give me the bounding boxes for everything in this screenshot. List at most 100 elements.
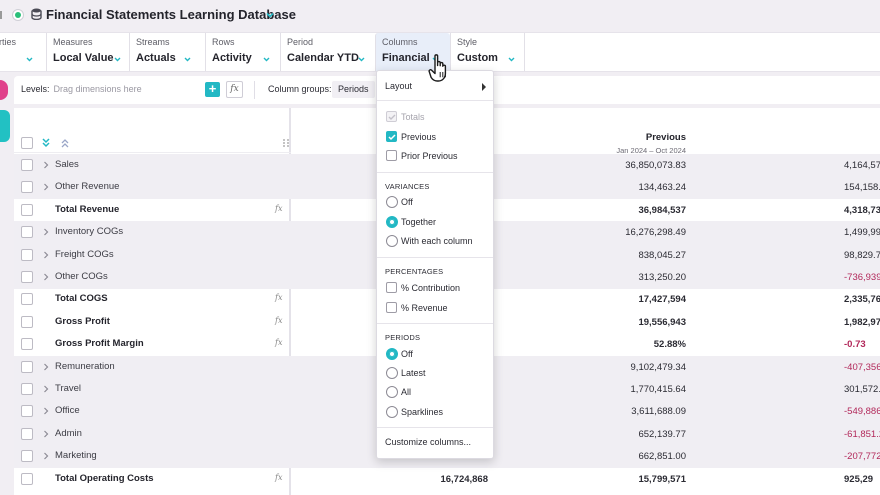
row-checkbox[interactable]	[21, 226, 33, 239]
row-checkbox[interactable]	[21, 271, 33, 283]
periods-latest-label[interactable]: Latest	[401, 368, 426, 378]
cell-previous: 3,611,688.09	[631, 406, 686, 418]
periods-sparklines-label[interactable]: Sparklines	[401, 407, 443, 417]
cell-variance: -61,851.2	[844, 428, 880, 440]
levels-label-text: Levels:	[21, 84, 50, 94]
formula-icon[interactable]: fx	[275, 293, 282, 302]
chevron-right-icon[interactable]	[43, 228, 49, 236]
variance-together-label[interactable]: Together	[401, 217, 436, 227]
row-label: Travel	[55, 383, 82, 394]
toolbar-rows[interactable]: Rows Activity	[205, 33, 280, 71]
prior-previous-checkbox[interactable]	[386, 150, 397, 161]
row-checkbox[interactable]	[21, 159, 33, 171]
cell-previous: 9,102,479.34	[630, 361, 686, 373]
nav-edge-icon[interactable]	[0, 11, 4, 19]
toolbar-properties[interactable]: rties	[0, 33, 46, 71]
periods-latest-radio[interactable]	[386, 367, 398, 379]
side-action-button[interactable]	[0, 80, 8, 100]
chevron-right-icon[interactable]	[43, 452, 49, 460]
cell-previous: 134,463.24	[638, 182, 686, 194]
variance-together-radio[interactable]	[386, 216, 398, 228]
levels-drop-zone[interactable]: Drag dimensions here	[54, 84, 142, 94]
customize-columns-link[interactable]: Customize columns...	[385, 437, 471, 447]
contribution-label[interactable]: % Contribution	[401, 283, 460, 293]
expand-all-icon[interactable]	[41, 137, 51, 149]
row-checkbox[interactable]	[21, 338, 33, 351]
table-row[interactable]: Total Operating Costs fx 16,724,868 15,799,…	[14, 468, 880, 491]
columns-menu: Layout Totals Previous Prior Previous VA…	[376, 70, 494, 459]
row-checkbox[interactable]	[21, 405, 33, 418]
column-groups-select[interactable]: Periods	[332, 81, 375, 98]
checkmark-icon	[388, 114, 396, 120]
cell-variance: 1,982,97	[844, 316, 880, 328]
row-label: Admin	[55, 427, 82, 439]
row-checkbox[interactable]	[21, 315, 33, 328]
row-checkbox[interactable]	[21, 383, 33, 395]
collapse-all-icon[interactable]	[60, 137, 70, 149]
cell-previous: 838,045.27	[638, 249, 686, 261]
row-checkbox[interactable]	[21, 472, 33, 485]
periods-all-radio[interactable]	[386, 386, 398, 398]
chevron-right-icon[interactable]	[43, 251, 49, 259]
toolbar-rows-value: Activity	[212, 52, 252, 64]
chevron-right-icon[interactable]	[43, 183, 49, 191]
periods-off-radio[interactable]	[386, 348, 398, 360]
select-all-checkbox[interactable]	[21, 137, 33, 149]
chevron-right-icon[interactable]	[43, 385, 49, 393]
formula-icon[interactable]: fx	[275, 316, 282, 325]
menu-layout[interactable]: Layout	[385, 81, 412, 91]
row-checkbox[interactable]	[21, 293, 33, 306]
row-label: Total Revenue	[55, 203, 120, 215]
periods-sparklines-radio[interactable]	[386, 406, 398, 418]
row-label: Gross Profit Margin	[55, 338, 144, 350]
chevron-down-icon[interactable]	[264, 9, 276, 21]
revenue-pct-checkbox[interactable]	[386, 302, 397, 313]
menu-divider	[377, 172, 493, 173]
toolbar-streams[interactable]: Streams Actuals	[129, 33, 204, 71]
chevron-right-icon[interactable]	[43, 161, 49, 169]
formula-icon[interactable]: fx	[275, 338, 282, 347]
toolbar-style[interactable]: Style Custom	[450, 33, 525, 71]
variance-each-radio[interactable]	[386, 235, 398, 247]
chevron-right-icon[interactable]	[43, 407, 49, 415]
row-label: Office	[55, 405, 80, 417]
toolbar-period[interactable]: Period Calendar YTD	[280, 33, 373, 71]
formula-icon[interactable]: fx	[275, 473, 282, 482]
variance-off-label[interactable]: Off	[401, 197, 413, 207]
chevron-right-icon[interactable]	[43, 363, 49, 371]
periods-all-label[interactable]: All	[401, 387, 411, 397]
chevron-right-icon[interactable]	[43, 430, 49, 438]
previous-label[interactable]: Previous	[401, 132, 436, 142]
toolbar-measures-value: Local Value	[53, 52, 114, 64]
side-panel-tab[interactable]	[0, 110, 10, 142]
formula-button[interactable]: fx	[226, 81, 243, 98]
row-checkbox[interactable]	[21, 450, 33, 463]
variance-each-label[interactable]: With each column	[401, 236, 473, 246]
row-checkbox[interactable]	[21, 427, 33, 440]
database-title[interactable]: Financial Statements Learning Database	[46, 7, 296, 22]
drag-handle-icon[interactable]	[282, 138, 290, 148]
periods-off-label[interactable]: Off	[401, 349, 413, 359]
prior-previous-label[interactable]: Prior Previous	[401, 151, 458, 161]
variance-off-radio[interactable]	[386, 196, 398, 208]
status-dot-icon	[12, 9, 24, 21]
formula-icon[interactable]: fx	[275, 204, 282, 213]
column-header-previous[interactable]: Previous Jan 2024 – Oct 2024	[591, 132, 686, 155]
menu-divider	[377, 257, 493, 258]
percentages-heading: PERCENTAGES	[385, 267, 444, 276]
chevron-down-icon	[508, 57, 515, 62]
contribution-checkbox[interactable]	[386, 282, 397, 293]
chevron-down-icon	[114, 57, 121, 62]
toolbar-measures[interactable]: Measures Local Value	[46, 33, 127, 71]
cell-variance: 98,829.7	[844, 249, 880, 261]
row-checkbox[interactable]	[21, 203, 33, 216]
chevron-right-icon[interactable]	[43, 273, 49, 281]
row-checkbox[interactable]	[21, 181, 33, 194]
revenue-pct-label[interactable]: % Revenue	[401, 303, 448, 313]
row-checkbox[interactable]	[21, 248, 33, 261]
row-checkbox[interactable]	[21, 360, 33, 373]
row-label: Remuneration	[55, 360, 115, 372]
add-level-button[interactable]: +	[205, 82, 220, 97]
row-label: Gross Profit	[55, 315, 110, 327]
toolbar-measures-label: Measures	[53, 37, 93, 47]
